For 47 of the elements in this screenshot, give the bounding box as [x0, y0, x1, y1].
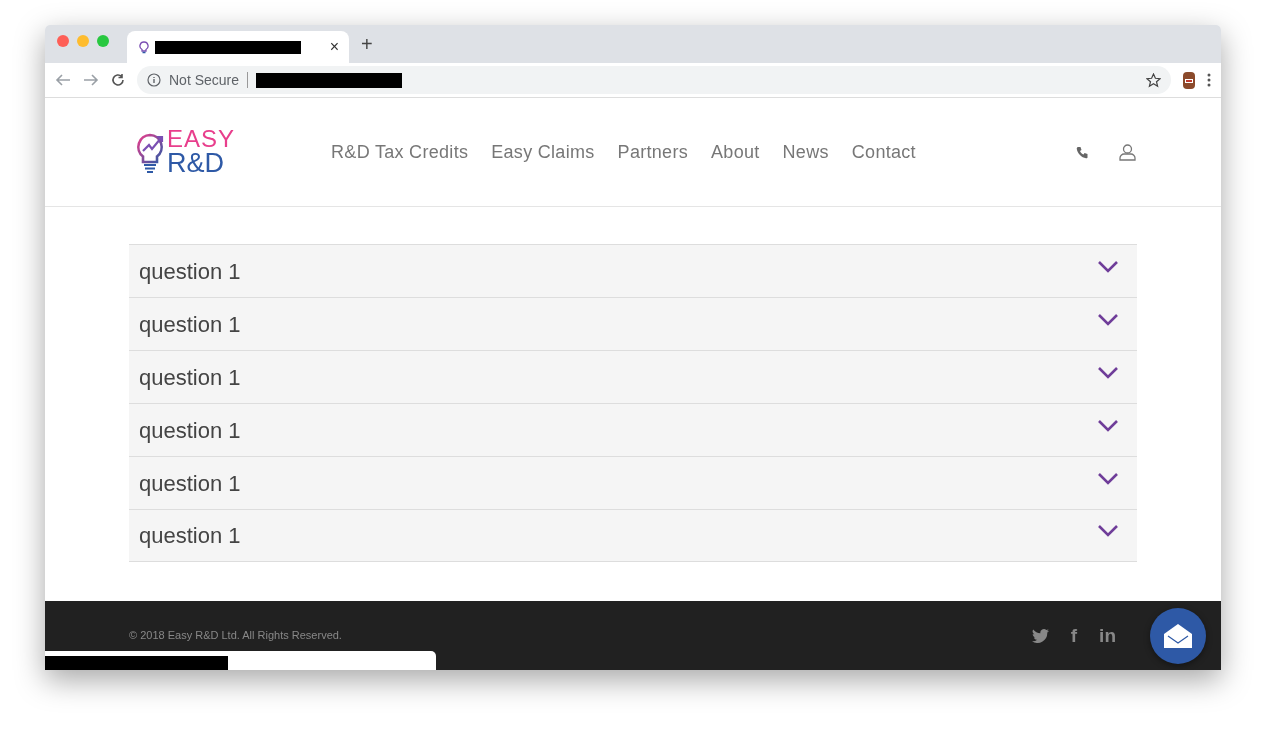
question-text: question 1	[139, 310, 241, 339]
security-label: Not Secure	[169, 70, 240, 90]
chevron-down-icon	[1097, 524, 1119, 537]
nav-link[interactable]: Easy Claims	[491, 138, 595, 166]
chevron-down-icon	[1097, 365, 1119, 379]
nav-link[interactable]: About	[711, 138, 760, 166]
social-link[interactable]: f	[1070, 626, 1078, 645]
logo-text: R&D	[167, 150, 225, 177]
envelope-icon	[1164, 623, 1192, 648]
browser-tab[interactable]: ×	[127, 31, 349, 63]
forward-icon[interactable]	[83, 73, 99, 87]
accordion-header[interactable]: question 1	[129, 244, 1137, 297]
site-logo[interactable]: EASY R&D	[135, 127, 236, 177]
accordion-header[interactable]: question 1	[129, 509, 1137, 562]
accordion-header[interactable]: question 1	[129, 403, 1137, 456]
chevron-down-icon	[1097, 312, 1119, 326]
chevron-down-icon	[1097, 418, 1119, 432]
extension-icon[interactable]	[1183, 71, 1195, 89]
address-bar[interactable]: Not Secure	[137, 66, 1171, 94]
tab-close-button[interactable]: ×	[327, 39, 341, 55]
question-text: question 1	[139, 257, 241, 286]
nav-link[interactable]: R&D Tax Credits	[331, 138, 469, 166]
question-text: question 1	[139, 416, 241, 445]
nav-link[interactable]: Partners	[617, 138, 688, 166]
bird-icon[interactable]	[1031, 628, 1049, 643]
chevron-down-icon	[1097, 259, 1119, 273]
nav-link[interactable]: News	[782, 138, 829, 166]
question-text: question 1	[139, 469, 241, 498]
copyright-text: © 2018 Easy R&D Ltd. All Rights Reserved.	[129, 628, 342, 644]
info-icon[interactable]	[147, 73, 161, 87]
new-tab-button[interactable]: +	[361, 34, 373, 54]
nav-link[interactable]: Contact	[851, 138, 916, 166]
menu-icon[interactable]	[1207, 73, 1211, 87]
chevron-down-icon	[1097, 471, 1119, 485]
question-text: question 1	[139, 522, 241, 550]
question-text: question 1	[139, 363, 241, 392]
accordion-header[interactable]: question 1	[129, 350, 1137, 403]
back-icon[interactable]	[55, 73, 71, 87]
phone-icon[interactable]	[1076, 145, 1089, 159]
reload-icon[interactable]	[111, 73, 125, 87]
star-icon[interactable]	[1146, 72, 1161, 88]
lightbulb-icon	[139, 40, 149, 54]
user-icon[interactable]	[1119, 143, 1136, 161]
social-link[interactable]: in	[1099, 626, 1116, 645]
accordion-header[interactable]: question 1	[129, 456, 1137, 509]
accordion-header[interactable]: question 1	[129, 297, 1137, 350]
logo-text: EASY	[167, 127, 236, 151]
